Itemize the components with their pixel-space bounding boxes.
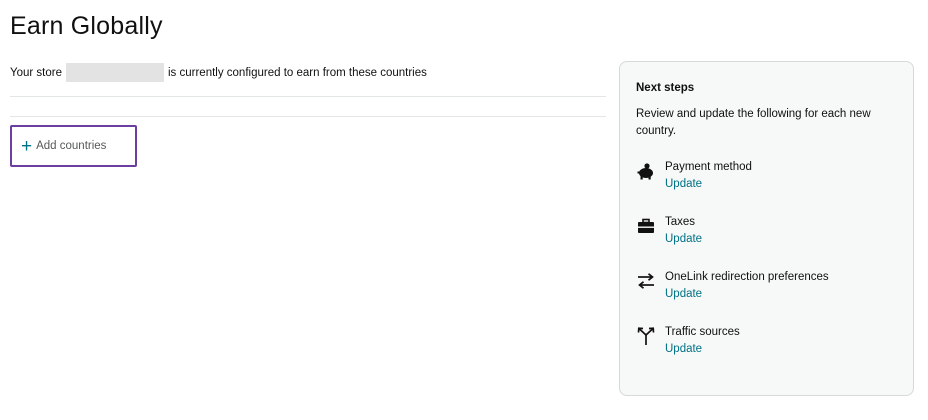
step-label: Traffic sources (665, 326, 740, 338)
piggy-bank-icon (636, 161, 656, 181)
add-countries-button[interactable]: + Add countries (10, 125, 137, 167)
earn-globally-page: Earn Globally Your store is currently co… (0, 0, 928, 420)
step-label: Taxes (665, 216, 696, 228)
swap-arrows-icon (636, 271, 656, 291)
store-prefix: Your store (10, 66, 62, 79)
update-payment-method-link[interactable]: Update (665, 178, 702, 190)
update-taxes-link[interactable]: Update (665, 233, 702, 245)
step-label: OneLink redirection preferences (665, 271, 829, 283)
step-label: Payment method (665, 161, 752, 173)
briefcase-icon (636, 216, 656, 236)
page-title: Earn Globally (10, 12, 163, 40)
next-steps-panel: Next steps Review and update the followi… (619, 61, 914, 396)
add-countries-label: Add countries (36, 140, 107, 152)
next-steps-title: Next steps (636, 82, 695, 94)
step-taxes: Taxes Update (636, 216, 898, 250)
plus-icon: + (21, 135, 33, 157)
step-payment-method: Payment method Update (636, 161, 898, 195)
update-traffic-sources-link[interactable]: Update (665, 343, 702, 355)
divider (10, 116, 606, 117)
step-onelink-redirection: OneLink redirection preferences Update (636, 271, 898, 305)
store-suffix: is currently configured to earn from the… (168, 66, 427, 79)
step-traffic-sources: Traffic sources Update (636, 326, 898, 360)
divider (10, 96, 606, 97)
split-arrows-icon (636, 326, 656, 346)
store-configuration-text: Your store is currently configured to ea… (10, 63, 427, 82)
next-steps-description: Review and update the following for each… (636, 108, 871, 137)
update-onelink-link[interactable]: Update (665, 288, 702, 300)
redacted-store-name (66, 63, 164, 82)
